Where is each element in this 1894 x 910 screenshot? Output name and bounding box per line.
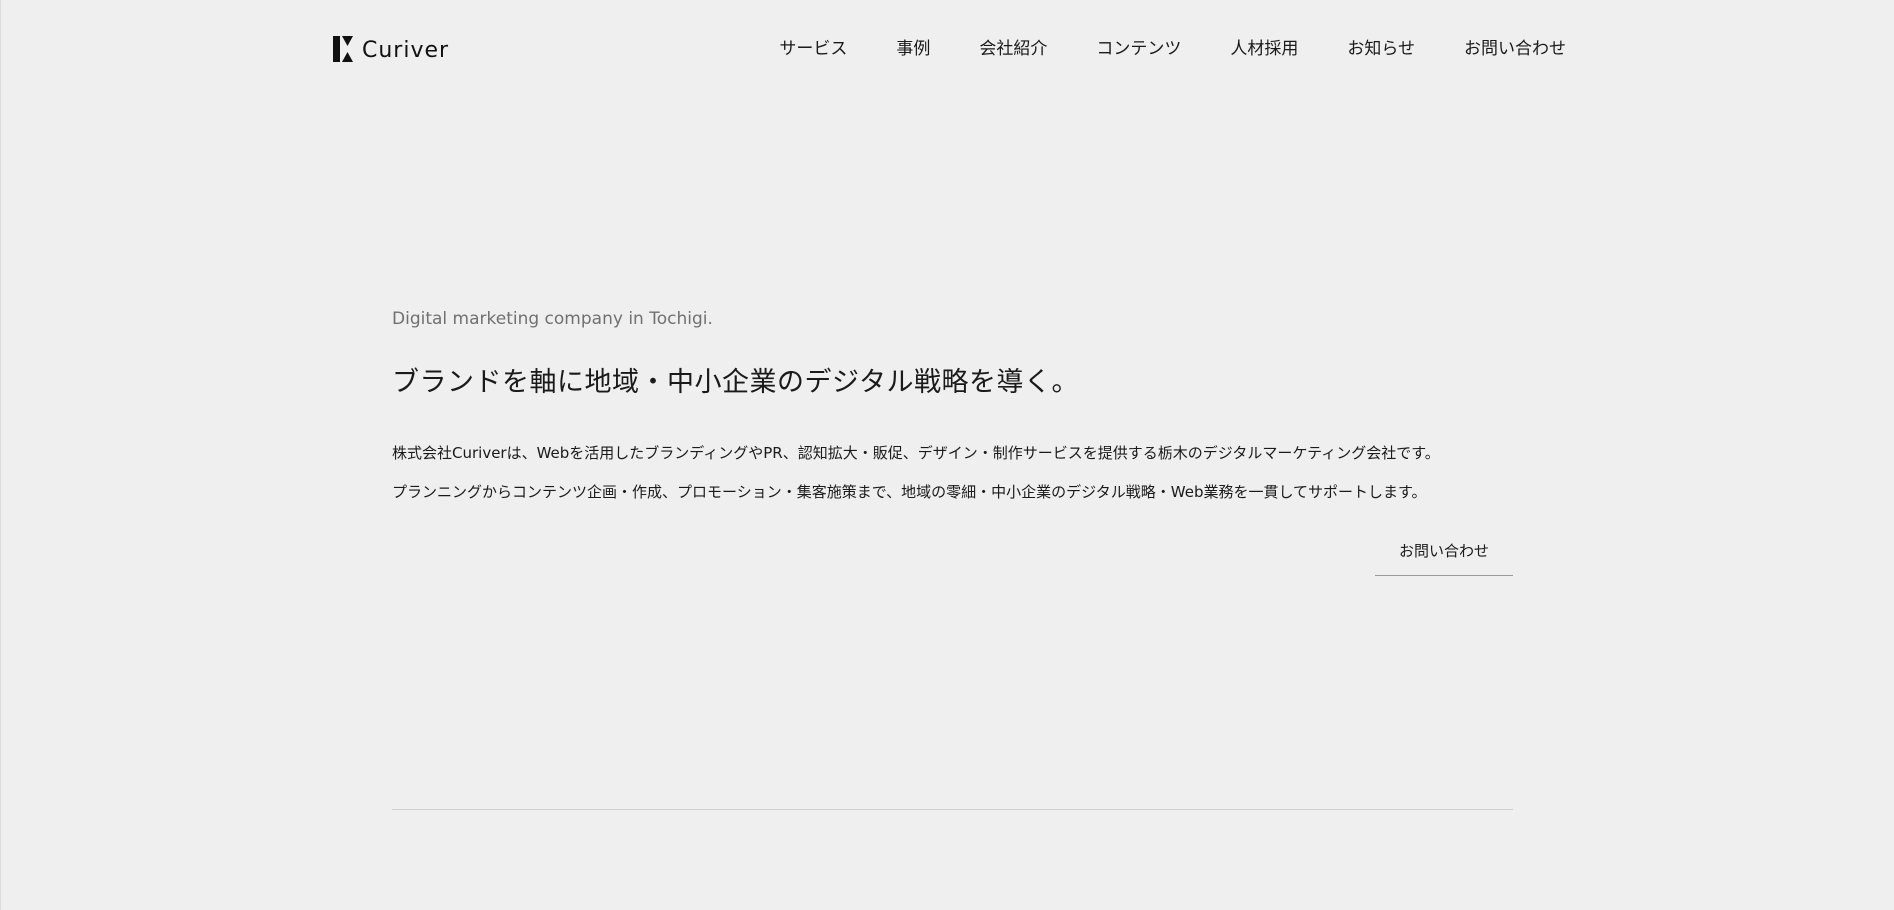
description-line: 株式会社Curiverは、Webを活用したブランディングやPR、認知拡大・販促、… xyxy=(392,444,1440,462)
description-line: プランニングからコンテンツ企画・作成、プロモーション・集客施策まで、地域の零細・… xyxy=(392,483,1427,501)
section-divider xyxy=(392,809,1513,810)
nav-item-contents[interactable]: コンテンツ xyxy=(1096,38,1181,60)
main-nav: サービス 事例 会社紹介 コンテンツ 人材採用 お知らせ お問い合わせ xyxy=(779,38,1566,60)
nav-item-services[interactable]: サービス xyxy=(779,38,847,60)
curiver-logo-mark-icon xyxy=(333,36,353,62)
nav-item-news[interactable]: お知らせ xyxy=(1347,38,1415,60)
hero-description: 株式会社Curiverは、Webを活用したブランディングやPR、認知拡大・販促、… xyxy=(392,434,1514,512)
logo-text: Curiver xyxy=(362,38,450,63)
hero-tagline: Digital marketing company in Tochigi. xyxy=(392,309,713,329)
nav-item-contact[interactable]: お問い合わせ xyxy=(1464,38,1566,60)
logo-link[interactable]: Curiver xyxy=(333,36,449,62)
hero-section: Digital marketing company in Tochigi. ブラ… xyxy=(392,308,1514,512)
nav-item-company[interactable]: 会社紹介 xyxy=(979,38,1047,60)
site-header: Curiver サービス 事例 会社紹介 コンテンツ 人材採用 お知らせ お問い… xyxy=(1,0,1894,100)
nav-item-recruit[interactable]: 人材採用 xyxy=(1230,38,1298,60)
hero-headline: ブランドを軸に地域・中小企業のデジタル戦略を導く。 xyxy=(392,367,1079,398)
contact-cta-button[interactable]: お問い合わせ xyxy=(1375,540,1513,576)
contact-cta-label: お問い合わせ xyxy=(1398,542,1489,560)
nav-item-cases[interactable]: 事例 xyxy=(896,38,930,60)
